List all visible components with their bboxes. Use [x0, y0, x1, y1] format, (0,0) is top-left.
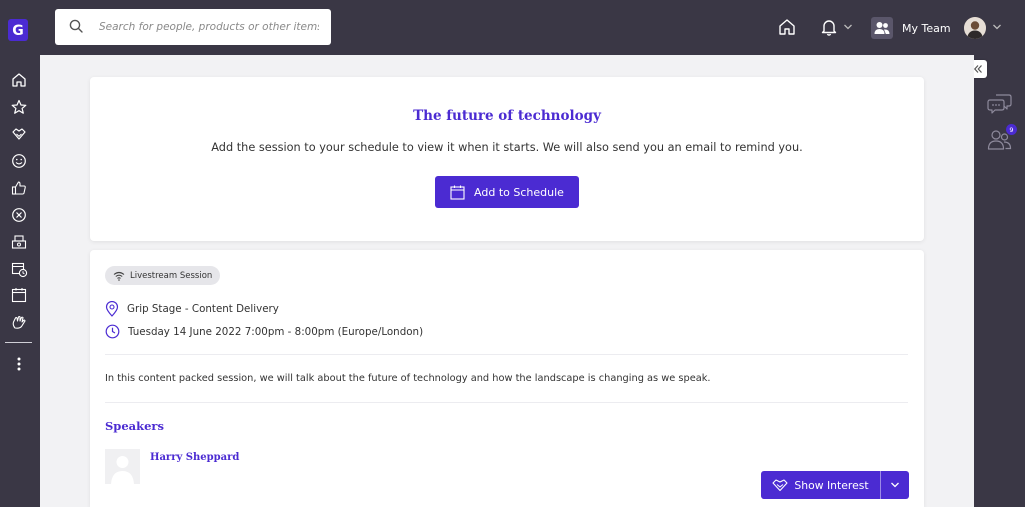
calendar-icon [450, 185, 465, 200]
team-icon [871, 17, 893, 39]
handshake-icon [772, 478, 788, 492]
user-avatar[interactable] [964, 17, 986, 39]
chat-icon[interactable] [987, 92, 1013, 116]
app-logo[interactable]: G [7, 18, 29, 42]
more-vertical-icon[interactable] [10, 355, 28, 373]
top-bar: G My Team [0, 0, 1025, 55]
datetime-text: Tuesday 14 June 2022 7:00pm - 8:00pm (Eu… [128, 325, 424, 338]
handshake-icon[interactable] [10, 125, 28, 143]
speaker-avatar[interactable] [105, 449, 140, 484]
show-interest-main[interactable]: Show Interest [761, 471, 881, 499]
search-input[interactable] [97, 20, 321, 34]
svg-text:G: G [12, 23, 24, 39]
show-interest-dropdown[interactable] [881, 471, 909, 499]
session-details-card: Livestream Session Grip Stage - Content … [90, 250, 924, 507]
show-interest-label: Show Interest [794, 478, 869, 492]
notification-badge: 9 [1006, 124, 1017, 135]
chevron-down-icon[interactable] [842, 21, 854, 33]
hand-wave-icon[interactable] [10, 313, 28, 331]
datetime-row: Tuesday 14 June 2022 7:00pm - 8:00pm (Eu… [105, 324, 423, 339]
calendar-clock-icon[interactable] [10, 260, 28, 278]
double-chevron-left-icon [973, 64, 983, 74]
schedule-card: The future of technology Add the session… [90, 77, 924, 241]
chevron-down-icon[interactable] [991, 21, 1003, 33]
speakers-heading: Speakers [105, 419, 164, 433]
search-box[interactable] [55, 9, 331, 45]
show-interest-button[interactable]: Show Interest [761, 471, 909, 499]
clock-icon [105, 324, 120, 339]
session-type-label: Livestream Session [130, 270, 213, 281]
location-text: Grip Stage - Content Delivery [127, 303, 279, 315]
schedule-description: Add the session to your schedule to view… [211, 141, 803, 154]
details-divider [105, 354, 908, 355]
location-pin-icon [105, 301, 119, 317]
wifi-icon [113, 271, 125, 281]
calendar-icon[interactable] [10, 286, 28, 304]
location-row: Grip Stage - Content Delivery [105, 301, 279, 317]
home-icon[interactable] [777, 17, 797, 37]
session-title: The future of technology [413, 108, 601, 124]
circle-x-icon[interactable] [10, 206, 28, 224]
add-to-schedule-button[interactable]: Add to Schedule [435, 176, 579, 208]
my-team-button[interactable]: My Team [871, 17, 951, 39]
details-divider [105, 402, 908, 403]
sidebar-divider [5, 342, 32, 343]
session-description: In this content packed session, we will … [105, 373, 711, 384]
add-to-schedule-label: Add to Schedule [474, 185, 564, 199]
home-icon[interactable] [10, 71, 28, 89]
exhibitor-icon[interactable] [10, 233, 28, 251]
chevron-down-icon [890, 480, 900, 490]
speaker-name[interactable]: Harry Sheppard [150, 452, 239, 463]
smile-icon[interactable] [10, 152, 28, 170]
my-team-label: My Team [902, 21, 951, 35]
left-sidebar [0, 55, 40, 507]
bell-icon[interactable] [819, 17, 839, 37]
star-icon[interactable] [10, 98, 28, 116]
right-sidebar [974, 55, 1025, 507]
thumbs-up-icon[interactable] [10, 179, 28, 197]
search-icon [69, 19, 85, 35]
session-type-badge: Livestream Session [105, 266, 221, 285]
